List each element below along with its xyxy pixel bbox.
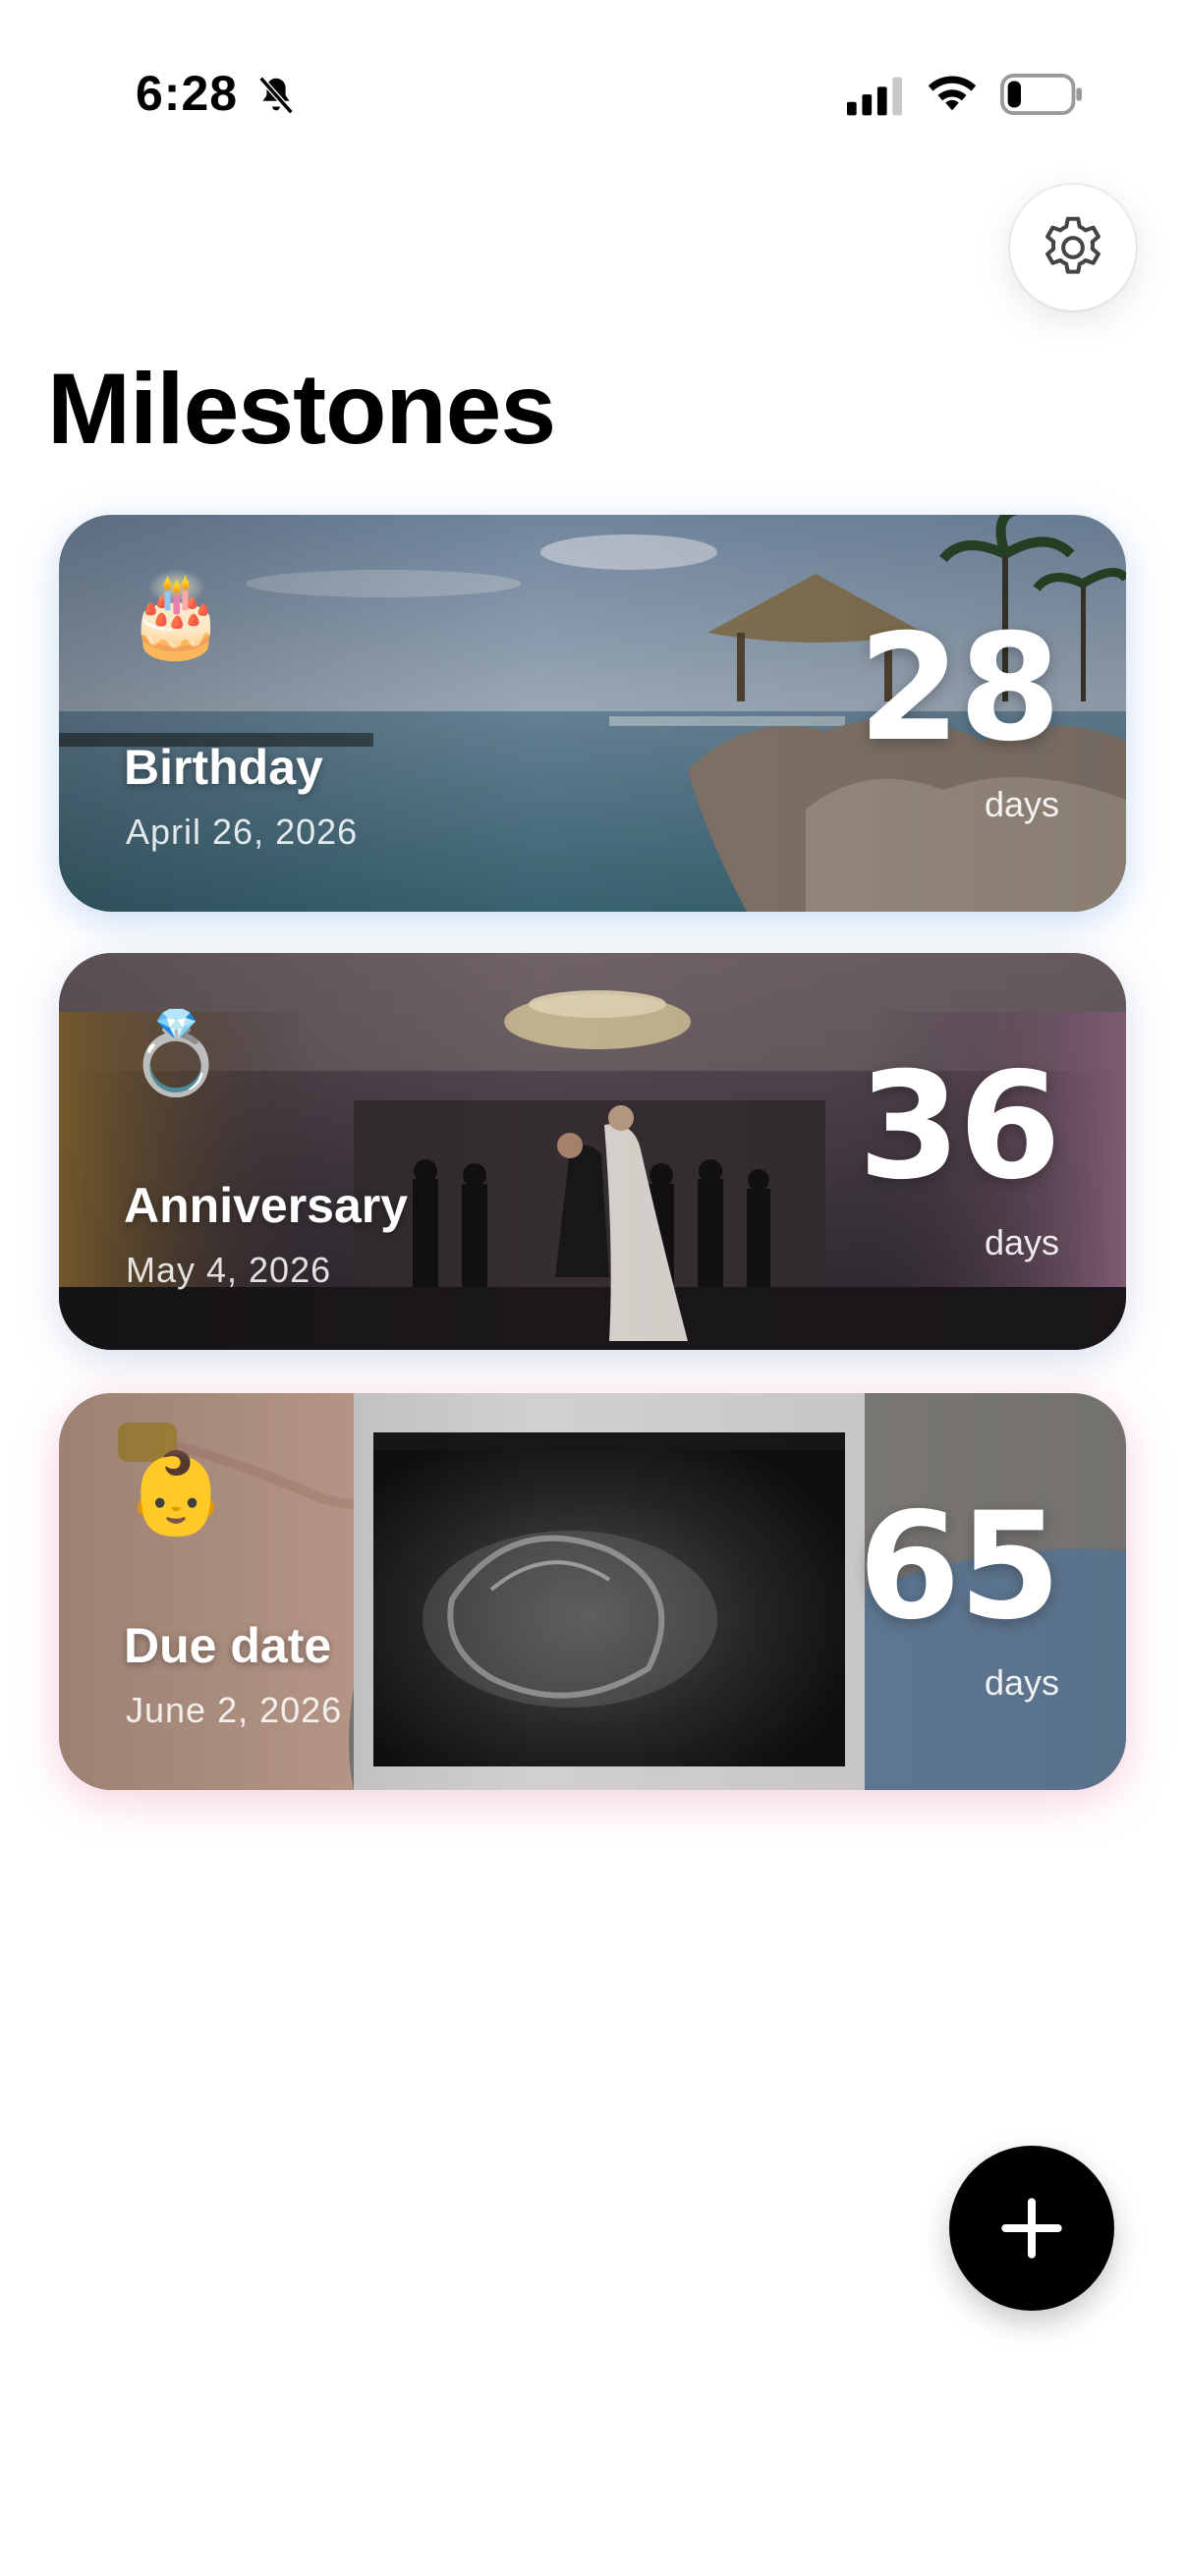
card-title: Anniversary — [124, 1178, 409, 1233]
card-title: Birthday — [124, 740, 323, 795]
screen: 6:28 Milestones 🎂 Birthday April 26, 202… — [0, 0, 1185, 2576]
milestone-card-due-date[interactable]: 👶 Due date June 2, 2026 65 days — [59, 1393, 1126, 1790]
page-title: Milestones — [47, 353, 556, 465]
days-remaining-count: 28 — [858, 603, 1061, 774]
card-emoji: 💍 — [126, 1009, 227, 1098]
bell-slash-icon — [258, 76, 294, 115]
card-date: May 4, 2026 — [126, 1250, 332, 1290]
battery-icon — [1000, 74, 1083, 115]
card-emoji: 🎂 — [126, 571, 227, 660]
days-unit-label: days — [984, 1662, 1059, 1703]
add-milestone-button[interactable] — [949, 2146, 1114, 2311]
gear-icon — [1045, 216, 1100, 274]
card-date: June 2, 2026 — [126, 1690, 343, 1730]
cellular-signal-icon — [847, 77, 903, 116]
card-title: Due date — [124, 1618, 332, 1673]
wifi-icon — [928, 76, 977, 111]
settings-button[interactable] — [1010, 185, 1136, 310]
days-unit-label: days — [984, 784, 1059, 824]
card-emoji: 👶 — [126, 1449, 227, 1539]
days-remaining-count: 65 — [858, 1482, 1061, 1652]
plus-icon — [1001, 2198, 1062, 2259]
days-unit-label: days — [984, 1222, 1059, 1262]
card-date: April 26, 2026 — [126, 812, 359, 852]
status-time: 6:28 — [136, 66, 239, 121]
days-remaining-count: 36 — [858, 1041, 1061, 1212]
milestone-card-anniversary[interactable]: 💍 Anniversary May 4, 2026 36 days — [59, 953, 1126, 1350]
milestone-card-birthday[interactable]: 🎂 Birthday April 26, 2026 28 days — [59, 515, 1126, 912]
